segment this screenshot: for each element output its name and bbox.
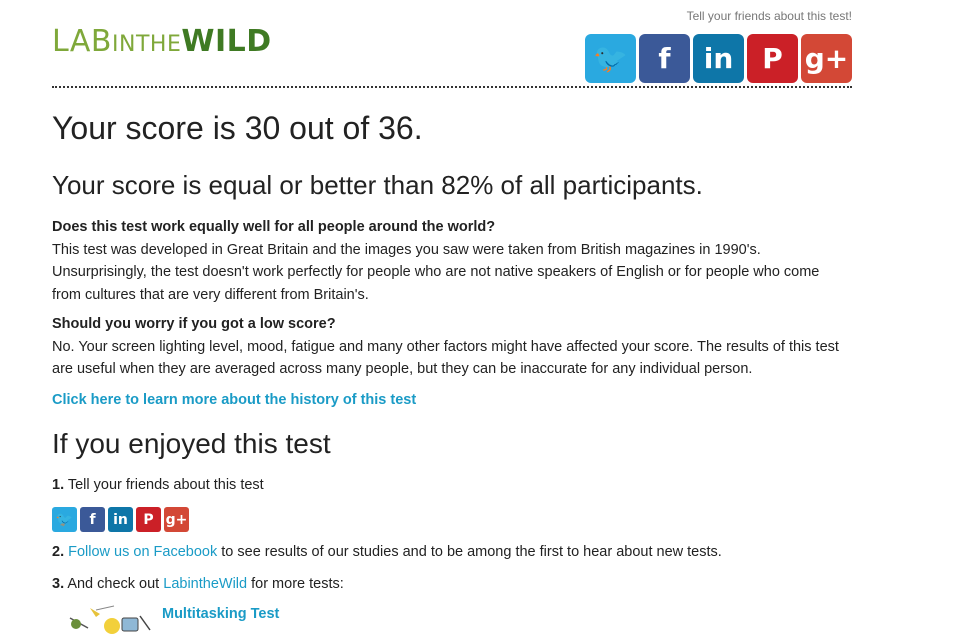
faq-answer: No. Your screen lighting level, mood, fa…	[52, 338, 839, 378]
logo-the: THE	[135, 32, 182, 57]
logo-in: IN	[112, 32, 136, 57]
score-heading: Your score is 30 out of 36.	[52, 110, 423, 146]
step-text: And check out	[64, 576, 164, 592]
step-number: 1.	[52, 477, 65, 493]
linkedin-icon[interactable]: in	[108, 507, 133, 532]
labinthewild-link[interactable]: LabintheWild	[163, 576, 247, 592]
enjoy-heading: If you enjoyed this test	[52, 428, 331, 459]
logo-wild: WILD	[181, 24, 272, 59]
faq-answer: This test was developed in Great Britain…	[52, 241, 820, 303]
faq-question: Does this test work equally well for all…	[52, 219, 496, 235]
percentile-heading: Your score is equal or better than 82% o…	[52, 170, 703, 200]
step-2: 2. Follow us on Facebook to see results …	[52, 541, 852, 564]
step-number: 2.	[52, 544, 65, 560]
pinterest-icon[interactable]: P	[136, 507, 161, 532]
google-plus-icon[interactable]: g+	[164, 507, 189, 532]
header: LABINTHEWILD Tell your friends about thi…	[52, 0, 852, 88]
page-content: LABINTHEWILD Tell your friends about thi…	[52, 0, 852, 634]
faq-item-low-score: Should you worry if you got a low score?…	[52, 313, 852, 381]
follow-facebook-link[interactable]: Follow us on Facebook	[68, 544, 217, 560]
step-text: Tell your friends about this test	[64, 477, 264, 493]
share-prompt: Tell your friends about this test!	[686, 9, 852, 23]
history-link-row: Click here to learn more about the histo…	[52, 389, 852, 412]
share-bar-inline: 🐦 f in P g+	[52, 507, 189, 532]
faq-item-worldwide: Does this test work equally well for all…	[52, 216, 852, 306]
multitasking-test-link[interactable]: Multitasking Test	[162, 606, 279, 622]
logo-lab: LAB	[52, 24, 113, 59]
facebook-icon[interactable]: f	[639, 34, 690, 83]
labinthewild-logo[interactable]: LABINTHEWILD	[52, 22, 272, 65]
twitter-icon[interactable]: 🐦	[52, 507, 77, 532]
linkedin-icon[interactable]: in	[693, 34, 744, 83]
share-bar-top: 🐦 f in P g+	[585, 34, 852, 83]
step-3: 3. And check out LabintheWild for more t…	[52, 573, 852, 596]
facebook-icon[interactable]: f	[80, 507, 105, 532]
history-link[interactable]: Click here to learn more about the histo…	[52, 392, 416, 408]
pinterest-icon[interactable]: P	[747, 34, 798, 83]
step-number: 3.	[52, 576, 65, 592]
step-text: for more tests:	[247, 576, 344, 592]
twitter-icon[interactable]: 🐦	[585, 34, 636, 83]
faq-question: Should you worry if you got a low score?	[52, 316, 336, 332]
google-plus-icon[interactable]: g+	[801, 34, 852, 83]
step-text: to see results of our studies and to be …	[217, 544, 722, 560]
step-1: 1. Tell your friends about this test	[52, 474, 852, 497]
